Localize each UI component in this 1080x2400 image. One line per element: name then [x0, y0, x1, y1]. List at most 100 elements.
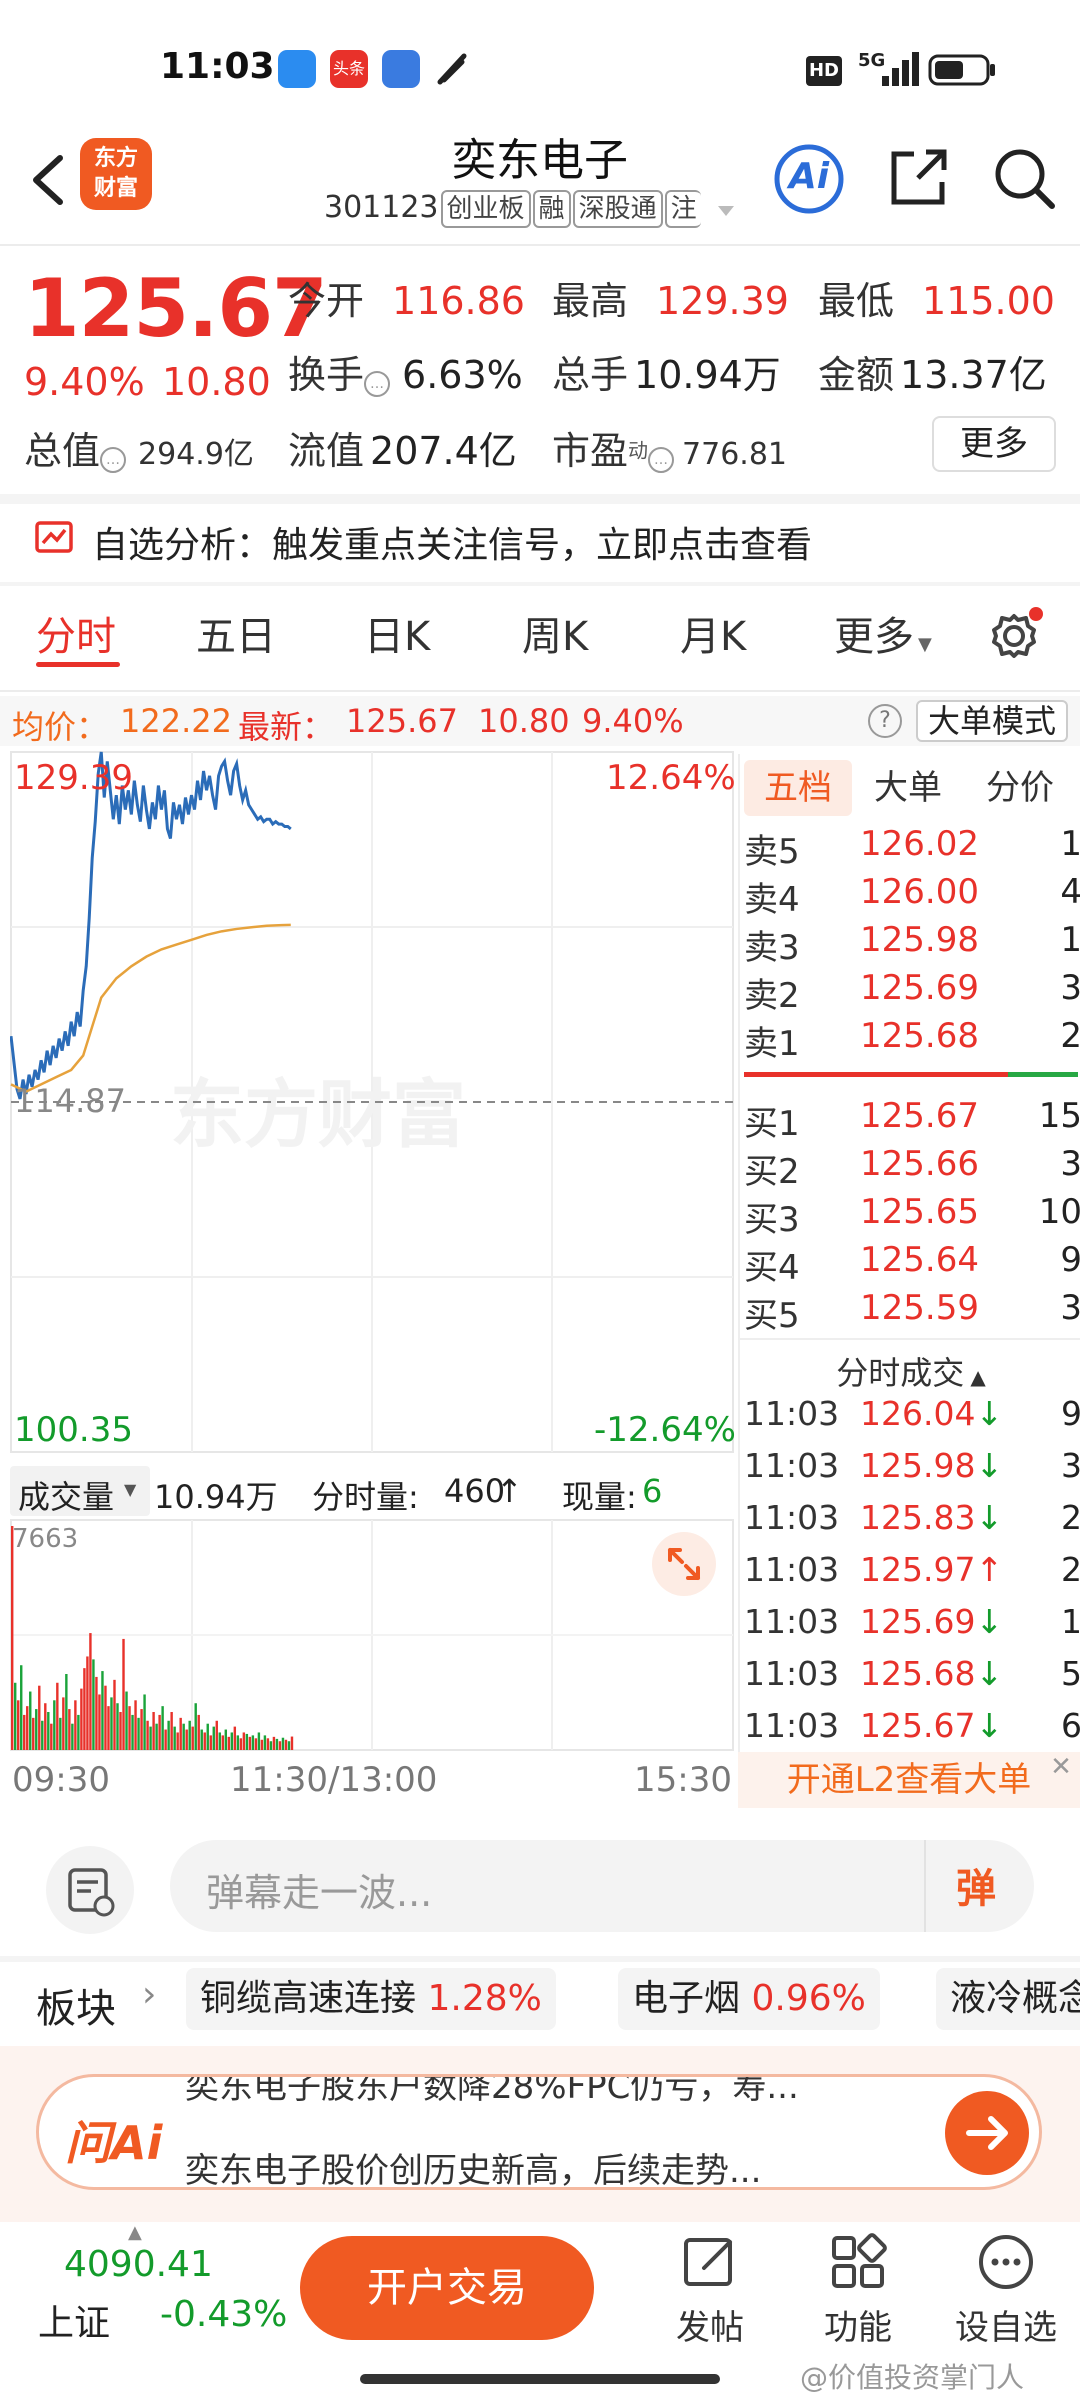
ask-label: 卖5: [744, 832, 800, 872]
trade-price: 125.68↓: [860, 1654, 1003, 1693]
quote-total-mcap[interactable]: 总值… 294.9亿: [24, 420, 254, 475]
danmu-input[interactable]: 弹幕走一波... 弹: [170, 1840, 1034, 1932]
quote-value: 129.39: [656, 279, 789, 323]
tab-daily-k[interactable]: 日K: [364, 604, 430, 662]
share-button[interactable]: [884, 144, 952, 212]
volume-bar: [224, 1729, 227, 1750]
volume-bar: [191, 1726, 194, 1750]
quote-turnover[interactable]: 换手… 6.63%: [288, 344, 523, 399]
volume-bar: [179, 1717, 182, 1750]
share-icon: [891, 149, 947, 205]
trade-price: 125.69↓: [860, 1602, 1003, 1641]
tab-weekly-k[interactable]: 周K: [522, 604, 588, 662]
trade-price-value: 125.98: [860, 1446, 976, 1485]
danmu-settings-button[interactable]: [46, 1846, 134, 1934]
grid-icon: [832, 2233, 887, 2288]
search-button[interactable]: [990, 144, 1058, 212]
sector-change: 0.96%: [751, 1978, 866, 2019]
back-arrow-icon: [33, 155, 63, 205]
tab-more[interactable]: 更多 ▼: [834, 604, 932, 662]
stock-code-row[interactable]: 301123 创业板融深股通注: [324, 190, 736, 228]
tab-big-orders[interactable]: 大单: [874, 760, 942, 816]
chart-analysis-icon: [34, 518, 74, 558]
danmu-send-icon[interactable]: 弹: [956, 1856, 996, 1914]
tab-five-day[interactable]: 五日: [196, 604, 276, 662]
volume-bar: [221, 1735, 224, 1750]
quote-label: 最高: [552, 279, 629, 323]
expand-tags-icon[interactable]: [716, 191, 736, 226]
back-button[interactable]: [20, 140, 80, 220]
down-arrow-icon: ↓: [975, 1602, 1004, 1641]
tab-price-distribution[interactable]: 分价: [986, 760, 1054, 816]
chevron-right-icon[interactable]: ›: [142, 1974, 156, 2015]
volume-bar: [80, 1688, 83, 1750]
quote-pe[interactable]: 市盈动… 776.81: [552, 420, 787, 475]
fullscreen-button[interactable]: [652, 1532, 716, 1596]
volume-bar: [269, 1741, 273, 1750]
trade-price: 126.04↓: [860, 1394, 1003, 1433]
eastmoney-logo: 东方 财富: [80, 138, 152, 210]
quote-value: 116.86: [392, 279, 525, 323]
post-button[interactable]: 发帖: [650, 2232, 770, 2349]
volume-bar: [152, 1711, 155, 1750]
volume-bar: [200, 1729, 203, 1750]
volume-bar: [236, 1735, 240, 1750]
help-icon[interactable]: ?: [868, 704, 902, 738]
volume-bar: [281, 1737, 285, 1750]
open-l2-banner[interactable]: 开通L2查看大单: [738, 1752, 1080, 1808]
latest-change: 10.80: [478, 702, 570, 740]
volume-bar: [29, 1691, 32, 1750]
tab-monthly-k[interactable]: 月K: [680, 604, 746, 662]
info-icon[interactable]: …: [648, 446, 675, 473]
ask-ai-card[interactable]: 问Ai 奕东电子股东户数降28%FPC仍亏，寿... 奕东电子股价创历史新高，后…: [36, 2074, 1042, 2190]
close-icon[interactable]: ✕: [1046, 1752, 1076, 1782]
tag-shenzhen-connect: 深股通: [572, 190, 663, 228]
order-book-panel: 五档 大单 分价 卖5 126.02 1 卖4 126.00 4 卖3 125.98 1 卖…: [738, 754, 1080, 1754]
trade-time: 11:03: [744, 1706, 840, 1745]
functions-button[interactable]: 功能: [798, 2232, 918, 2349]
volume-bar: [26, 1706, 29, 1750]
volume-bar: [77, 1714, 80, 1750]
down-arrow-icon: ↓: [975, 1706, 1004, 1745]
tab-five-levels[interactable]: 五档: [744, 760, 852, 816]
info-icon[interactable]: …: [364, 370, 391, 397]
android-notification-icon: [382, 50, 420, 88]
latest-change-pct: 9.40%: [582, 702, 684, 740]
more-quote-button[interactable]: 更多: [932, 416, 1056, 472]
open-account-trade-button[interactable]: 开户交易: [300, 2236, 594, 2340]
ask-ai-go-button[interactable]: [945, 2091, 1029, 2175]
volume-bar: [197, 1714, 200, 1750]
quote-value: 115.00: [922, 279, 1055, 323]
trade-volume: 3: [1061, 1446, 1080, 1485]
more-dots-icon: [979, 2235, 1033, 2289]
sector-name: 液冷概念: [950, 1978, 1080, 2019]
volume-indicator-select[interactable]: 成交量 ▼: [10, 1466, 150, 1516]
sector-chip[interactable]: 电子烟 0.96%: [618, 1968, 880, 2030]
volume-bar: [23, 1714, 26, 1750]
big-order-mode-button[interactable]: 大单模式: [916, 700, 1068, 742]
avg-price-label: 均价：: [12, 708, 109, 746]
quote-value: 207.4亿: [370, 429, 517, 473]
sector-change: 1.28%: [427, 1978, 542, 2019]
ai-assistant-button[interactable]: Ai: [772, 142, 846, 216]
bid-label: 买2: [744, 1152, 800, 1192]
volume-bar: [92, 1659, 95, 1750]
down-arrow-icon: ↓: [975, 1394, 1004, 1433]
sector-chip[interactable]: 铜缆高速连接 1.28%: [186, 1968, 556, 2030]
tab-intraday[interactable]: 分时: [36, 604, 116, 662]
intraday-chart[interactable]: 东方财富: [10, 750, 734, 1790]
bid-volume: 3: [1060, 1144, 1080, 1184]
info-icon[interactable]: …: [100, 446, 127, 473]
settings-button[interactable]: [986, 604, 1046, 664]
ai-label: Ai: [788, 156, 830, 197]
trades-header[interactable]: 分时成交 ▲: [740, 1348, 1080, 1394]
index-ticker[interactable]: 4090.41 上证 -0.43%: [30, 2244, 287, 2354]
x-axis-start-label: 09:30: [12, 1760, 110, 1800]
y-axis-high-pct-label: 12.64%: [606, 758, 736, 798]
volume-bar: [71, 1723, 74, 1750]
sector-chip[interactable]: 液冷概念: [936, 1968, 1080, 2030]
per-minute-volume-label: 分时量:: [312, 1478, 419, 1516]
add-watchlist-button[interactable]: 设自选: [946, 2232, 1066, 2349]
volume-bar: [137, 1717, 140, 1750]
volume-bar: [35, 1709, 38, 1750]
